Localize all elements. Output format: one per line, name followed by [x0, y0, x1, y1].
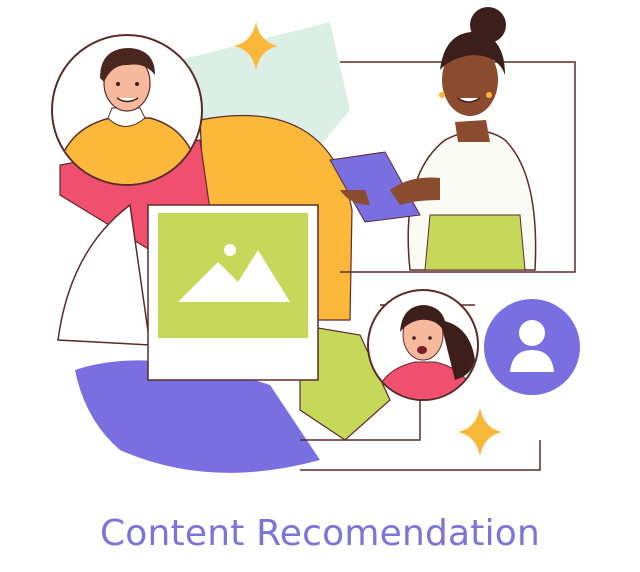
- girl-avatar-circle: [367, 289, 479, 401]
- image-card: [147, 204, 319, 381]
- woman-with-tablet: [329, 7, 537, 271]
- man-avatar-circle: [51, 34, 203, 186]
- user-avatar-icon: [484, 299, 580, 395]
- content-recommendation-illustration: [51, 7, 580, 473]
- sparkle-icon: [458, 408, 502, 456]
- caption-title: Content Recomendation: [99, 513, 541, 554]
